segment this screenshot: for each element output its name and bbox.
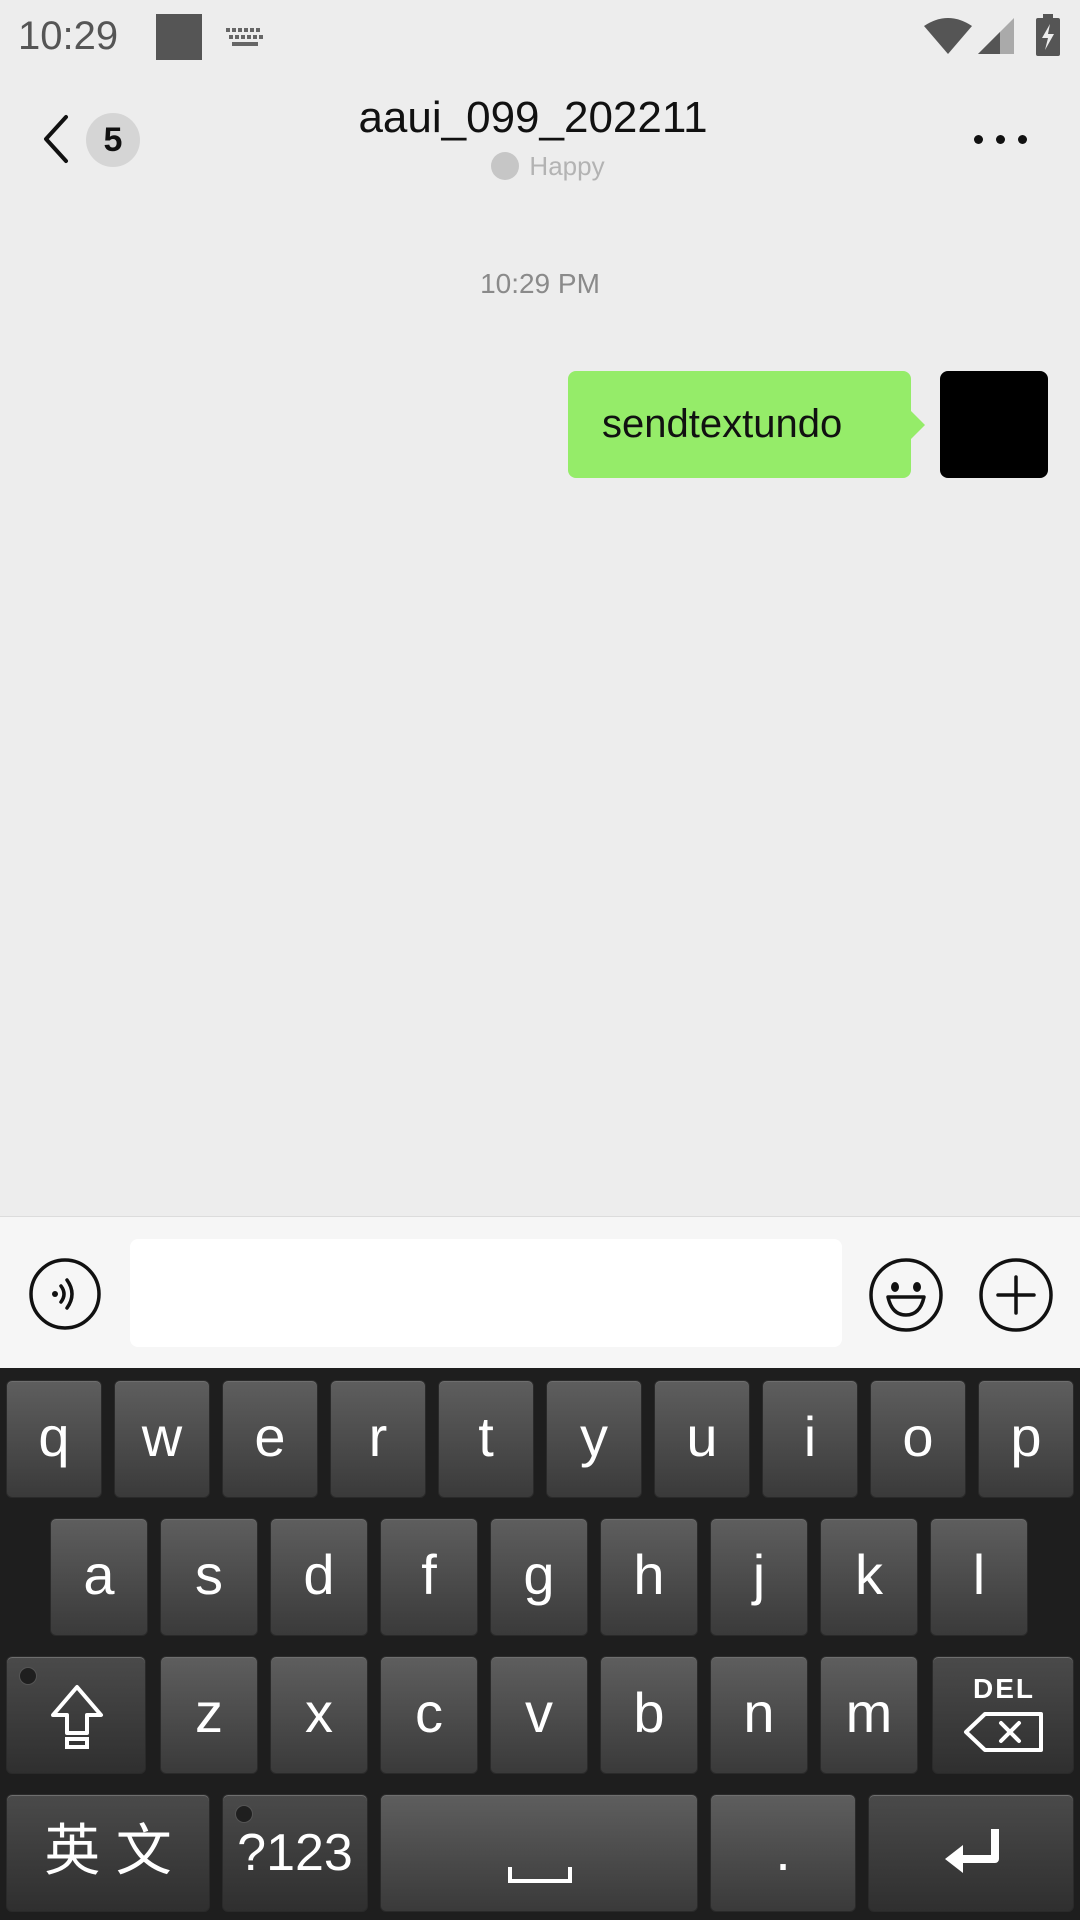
smile-status-icon — [491, 152, 520, 180]
wifi-icon — [924, 18, 972, 54]
backspace-icon — [964, 1712, 1043, 1752]
key-u[interactable]: u — [654, 1380, 750, 1498]
key-o[interactable]: o — [870, 1380, 966, 1498]
key-l[interactable]: l — [930, 1518, 1028, 1636]
key-b[interactable]: b — [600, 1656, 698, 1774]
shift-key[interactable] — [6, 1656, 146, 1774]
delete-key[interactable]: DEL — [932, 1656, 1074, 1774]
sent-message-bubble[interactable]: sendtextundo — [568, 371, 925, 478]
battery-charging-icon — [1036, 14, 1060, 56]
key-p[interactable]: p — [978, 1380, 1074, 1498]
symbols-key-label: ?123 — [237, 1824, 353, 1882]
key-w[interactable]: w — [114, 1380, 210, 1498]
space-key[interactable] — [380, 1794, 698, 1912]
language-switch-key[interactable]: 英 文 — [6, 1794, 210, 1912]
key-t[interactable]: t — [438, 1380, 534, 1498]
enter-key[interactable] — [868, 1794, 1074, 1912]
shift-arrow-icon — [51, 1685, 103, 1749]
key-i[interactable]: i — [762, 1380, 858, 1498]
voice-input-icon[interactable] — [28, 1257, 102, 1331]
key-c[interactable]: c — [380, 1656, 478, 1774]
key-f[interactable]: f — [380, 1518, 478, 1636]
key-r[interactable]: r — [330, 1380, 426, 1498]
chat-title: aaui_099_202211 — [358, 93, 708, 142]
key-z[interactable]: z — [160, 1656, 258, 1774]
key-q[interactable]: q — [6, 1380, 102, 1498]
key-s[interactable]: s — [160, 1518, 258, 1636]
emoji-icon[interactable] — [868, 1257, 944, 1333]
key-e[interactable]: e — [222, 1380, 318, 1498]
space-bar-icon — [508, 1867, 572, 1883]
chat-header: 5 aaui_099_202211 Happy — [0, 75, 1080, 195]
avatar[interactable] — [940, 371, 1048, 478]
key-v[interactable]: v — [490, 1656, 588, 1774]
key-g[interactable]: g — [490, 1518, 588, 1636]
input-bar — [0, 1216, 1080, 1368]
key-a[interactable]: a — [50, 1518, 148, 1636]
contact-status-text: Happy — [529, 151, 605, 181]
enter-return-icon — [945, 1829, 999, 1873]
key-k[interactable]: k — [820, 1518, 918, 1636]
status-time: 10:29 — [18, 14, 119, 58]
message-timestamp: 10:29 PM — [480, 268, 600, 299]
symbols-key[interactable]: ?123 — [222, 1794, 368, 1912]
key-indicator — [19, 1667, 37, 1685]
key-x[interactable]: x — [270, 1656, 368, 1774]
key-m[interactable]: m — [820, 1656, 918, 1774]
key-h[interactable]: h — [600, 1518, 698, 1636]
message-input[interactable] — [130, 1239, 842, 1347]
notification-icon — [156, 14, 202, 60]
key-indicator — [235, 1805, 253, 1823]
soft-keyboard: q w e r t y u i o p a s d f g h j k l z … — [0, 1368, 1080, 1920]
key-j[interactable]: j — [710, 1518, 808, 1636]
keyboard-icon — [226, 28, 263, 46]
more-options-icon[interactable] — [974, 129, 1030, 149]
contact-status: Happy — [0, 151, 1080, 182]
status-bar: 10:29 — [0, 0, 1080, 75]
period-key[interactable]: . — [710, 1794, 856, 1912]
key-y[interactable]: y — [546, 1380, 642, 1498]
cellular-signal-icon — [978, 18, 1014, 54]
add-plus-icon[interactable] — [978, 1257, 1054, 1333]
key-n[interactable]: n — [710, 1656, 808, 1774]
key-d[interactable]: d — [270, 1518, 368, 1636]
